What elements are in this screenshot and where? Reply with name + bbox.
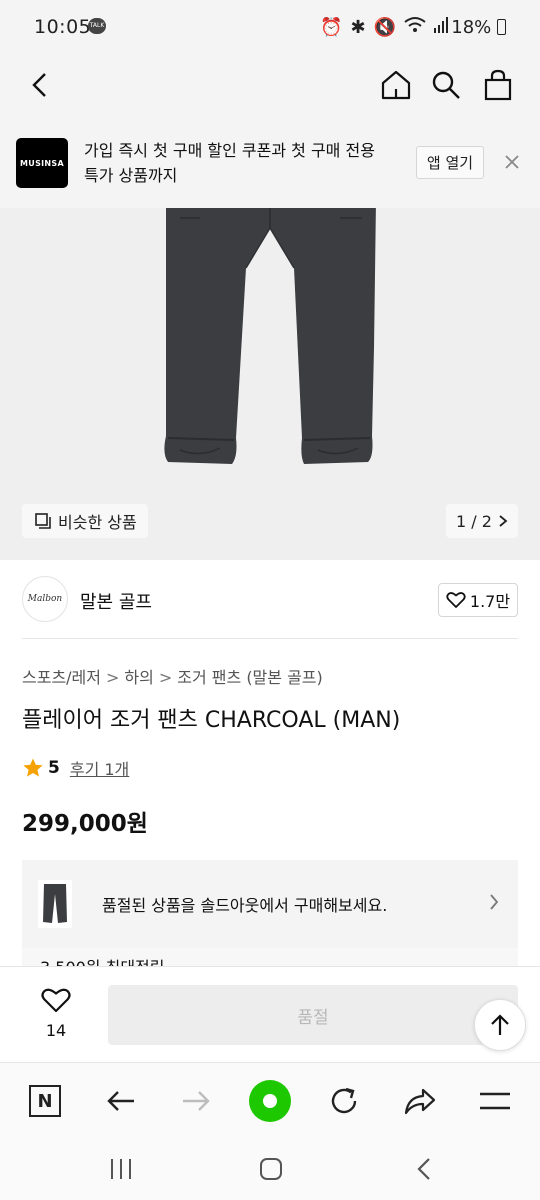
scroll-to-top-button[interactable] bbox=[474, 999, 526, 1051]
promo-text: 가입 즉시 첫 구매 할인 쿠폰과 첫 구매 전용 특가 상품까지 bbox=[84, 138, 404, 188]
brand-row: Malbon 말본 골프 1.7만 bbox=[22, 576, 518, 624]
chevron-right-icon bbox=[499, 515, 508, 527]
recent-apps-button[interactable] bbox=[101, 1152, 141, 1186]
menu-button[interactable] bbox=[471, 1077, 519, 1125]
product-rating: 5 후기 1개 bbox=[22, 756, 129, 780]
signal-icon bbox=[434, 17, 448, 38]
product-price: 299,000원 bbox=[22, 811, 148, 837]
points-info-row: 3,500원 최대적립 bbox=[22, 948, 518, 968]
promo-line-1: 가입 즉시 첫 구매 할인 쿠폰과 첫 구매 전용 bbox=[84, 141, 375, 160]
brand-logo[interactable]: Malbon bbox=[22, 576, 68, 622]
breadcrumb-item[interactable]: 조거 팬츠 (말본 골프) bbox=[177, 668, 323, 687]
chevron-right-icon bbox=[488, 892, 500, 916]
rating-score: 5 bbox=[48, 758, 60, 778]
brand-like-count: 1.7만 bbox=[469, 592, 511, 611]
brand-name[interactable]: 말본 골프 bbox=[80, 588, 152, 614]
arrow-right-icon bbox=[183, 1091, 210, 1111]
search-button[interactable] bbox=[424, 63, 468, 107]
soldout-thumbnail bbox=[38, 880, 72, 928]
chevron-left-icon bbox=[417, 1158, 430, 1180]
green-dot-button[interactable] bbox=[246, 1077, 294, 1125]
similar-products-label: 비슷한 상품 bbox=[58, 513, 137, 532]
search-icon bbox=[432, 71, 460, 99]
alarm-icon: ⏰ bbox=[320, 17, 343, 38]
brand-like-button[interactable]: 1.7만 bbox=[438, 583, 518, 617]
browser-toolbar: N bbox=[0, 1062, 540, 1138]
refresh-button[interactable] bbox=[320, 1077, 368, 1125]
app-header bbox=[0, 52, 540, 118]
shopping-bag-icon bbox=[484, 69, 512, 101]
browser-back-button[interactable] bbox=[97, 1077, 145, 1125]
heart-icon bbox=[446, 592, 466, 608]
close-promo-button[interactable] bbox=[498, 148, 526, 176]
wifi-icon bbox=[404, 16, 426, 39]
share-button[interactable] bbox=[396, 1077, 444, 1125]
wishlist-count: 14 bbox=[45, 1021, 67, 1040]
close-icon bbox=[505, 155, 519, 169]
home-circle-icon bbox=[260, 1158, 282, 1180]
system-navigation-bar bbox=[0, 1138, 540, 1200]
status-icons: ⏰ ✱ 🔇 bbox=[320, 16, 448, 39]
product-title: 플레이어 조거 팬츠 CHARCOAL (MAN) bbox=[22, 708, 401, 733]
bluetooth-icon: ✱ bbox=[350, 17, 366, 38]
divider bbox=[22, 638, 518, 639]
wishlist-button[interactable]: 14 bbox=[30, 987, 82, 1040]
kakaotalk-notification-icon: TALK bbox=[88, 18, 106, 34]
breadcrumb: 스포츠/레저 > 하의 > 조거 팬츠 (말본 골프) bbox=[22, 664, 323, 688]
home-nav-button[interactable] bbox=[251, 1152, 291, 1186]
chevron-left-icon bbox=[32, 73, 46, 97]
breadcrumb-item[interactable]: 스포츠/레저 bbox=[22, 668, 101, 687]
open-app-button[interactable]: 앱 열기 bbox=[416, 146, 484, 179]
back-nav-button[interactable] bbox=[404, 1152, 444, 1186]
hamburger-menu-icon bbox=[480, 1092, 510, 1110]
battery-level: 18% bbox=[451, 17, 506, 38]
soldout-button[interactable]: 품절 bbox=[108, 985, 518, 1045]
clock: 10:05 bbox=[34, 16, 92, 38]
recent-apps-icon bbox=[111, 1159, 131, 1179]
battery-icon bbox=[497, 19, 506, 35]
bottom-action-bar: 14 품절 bbox=[0, 966, 540, 1062]
browser-forward-button[interactable] bbox=[172, 1077, 220, 1125]
review-count-link[interactable]: 후기 1개 bbox=[70, 756, 129, 780]
similar-items-icon bbox=[35, 513, 51, 529]
breadcrumb-separator: > bbox=[158, 668, 173, 687]
image-counter[interactable]: 1 / 2 bbox=[446, 504, 518, 538]
promo-line-2: 특가 상품까지 bbox=[84, 166, 178, 185]
cart-button[interactable] bbox=[476, 63, 520, 107]
soldout-message: 품절된 상품을 솔드아웃에서 구매해보세요. bbox=[102, 896, 388, 915]
app-promo-banner: MUSINSA 가입 즉시 첫 구매 할인 쿠폰과 첫 구매 전용 특가 상품까… bbox=[0, 118, 540, 208]
star-icon bbox=[23, 758, 43, 777]
green-dot-icon bbox=[249, 1080, 291, 1122]
naver-n-icon: N bbox=[29, 1085, 61, 1117]
breadcrumb-separator: > bbox=[106, 668, 120, 687]
status-bar: 10:05 TALK ⏰ ✱ 🔇 18% bbox=[0, 0, 540, 52]
share-arrow-icon bbox=[404, 1088, 436, 1115]
back-button[interactable] bbox=[18, 63, 62, 107]
mute-icon: 🔇 bbox=[373, 17, 396, 38]
home-button[interactable] bbox=[374, 63, 418, 107]
arrow-left-icon bbox=[107, 1091, 134, 1111]
home-icon bbox=[381, 70, 411, 100]
arrow-up-icon bbox=[491, 1014, 509, 1035]
soldout-marketplace-banner[interactable]: 품절된 상품을 솔드아웃에서 구매해보세요. bbox=[22, 860, 518, 948]
musinsa-logo: MUSINSA bbox=[16, 138, 68, 188]
pants-thumbnail-image bbox=[43, 884, 67, 923]
refresh-icon bbox=[331, 1087, 357, 1114]
similar-products-button[interactable]: 비슷한 상품 bbox=[22, 504, 148, 538]
heart-icon bbox=[41, 988, 71, 1013]
naver-home-button[interactable]: N bbox=[21, 1077, 69, 1125]
image-counter-text: 1 / 2 bbox=[456, 511, 492, 531]
breadcrumb-item[interactable]: 하의 bbox=[124, 668, 153, 687]
